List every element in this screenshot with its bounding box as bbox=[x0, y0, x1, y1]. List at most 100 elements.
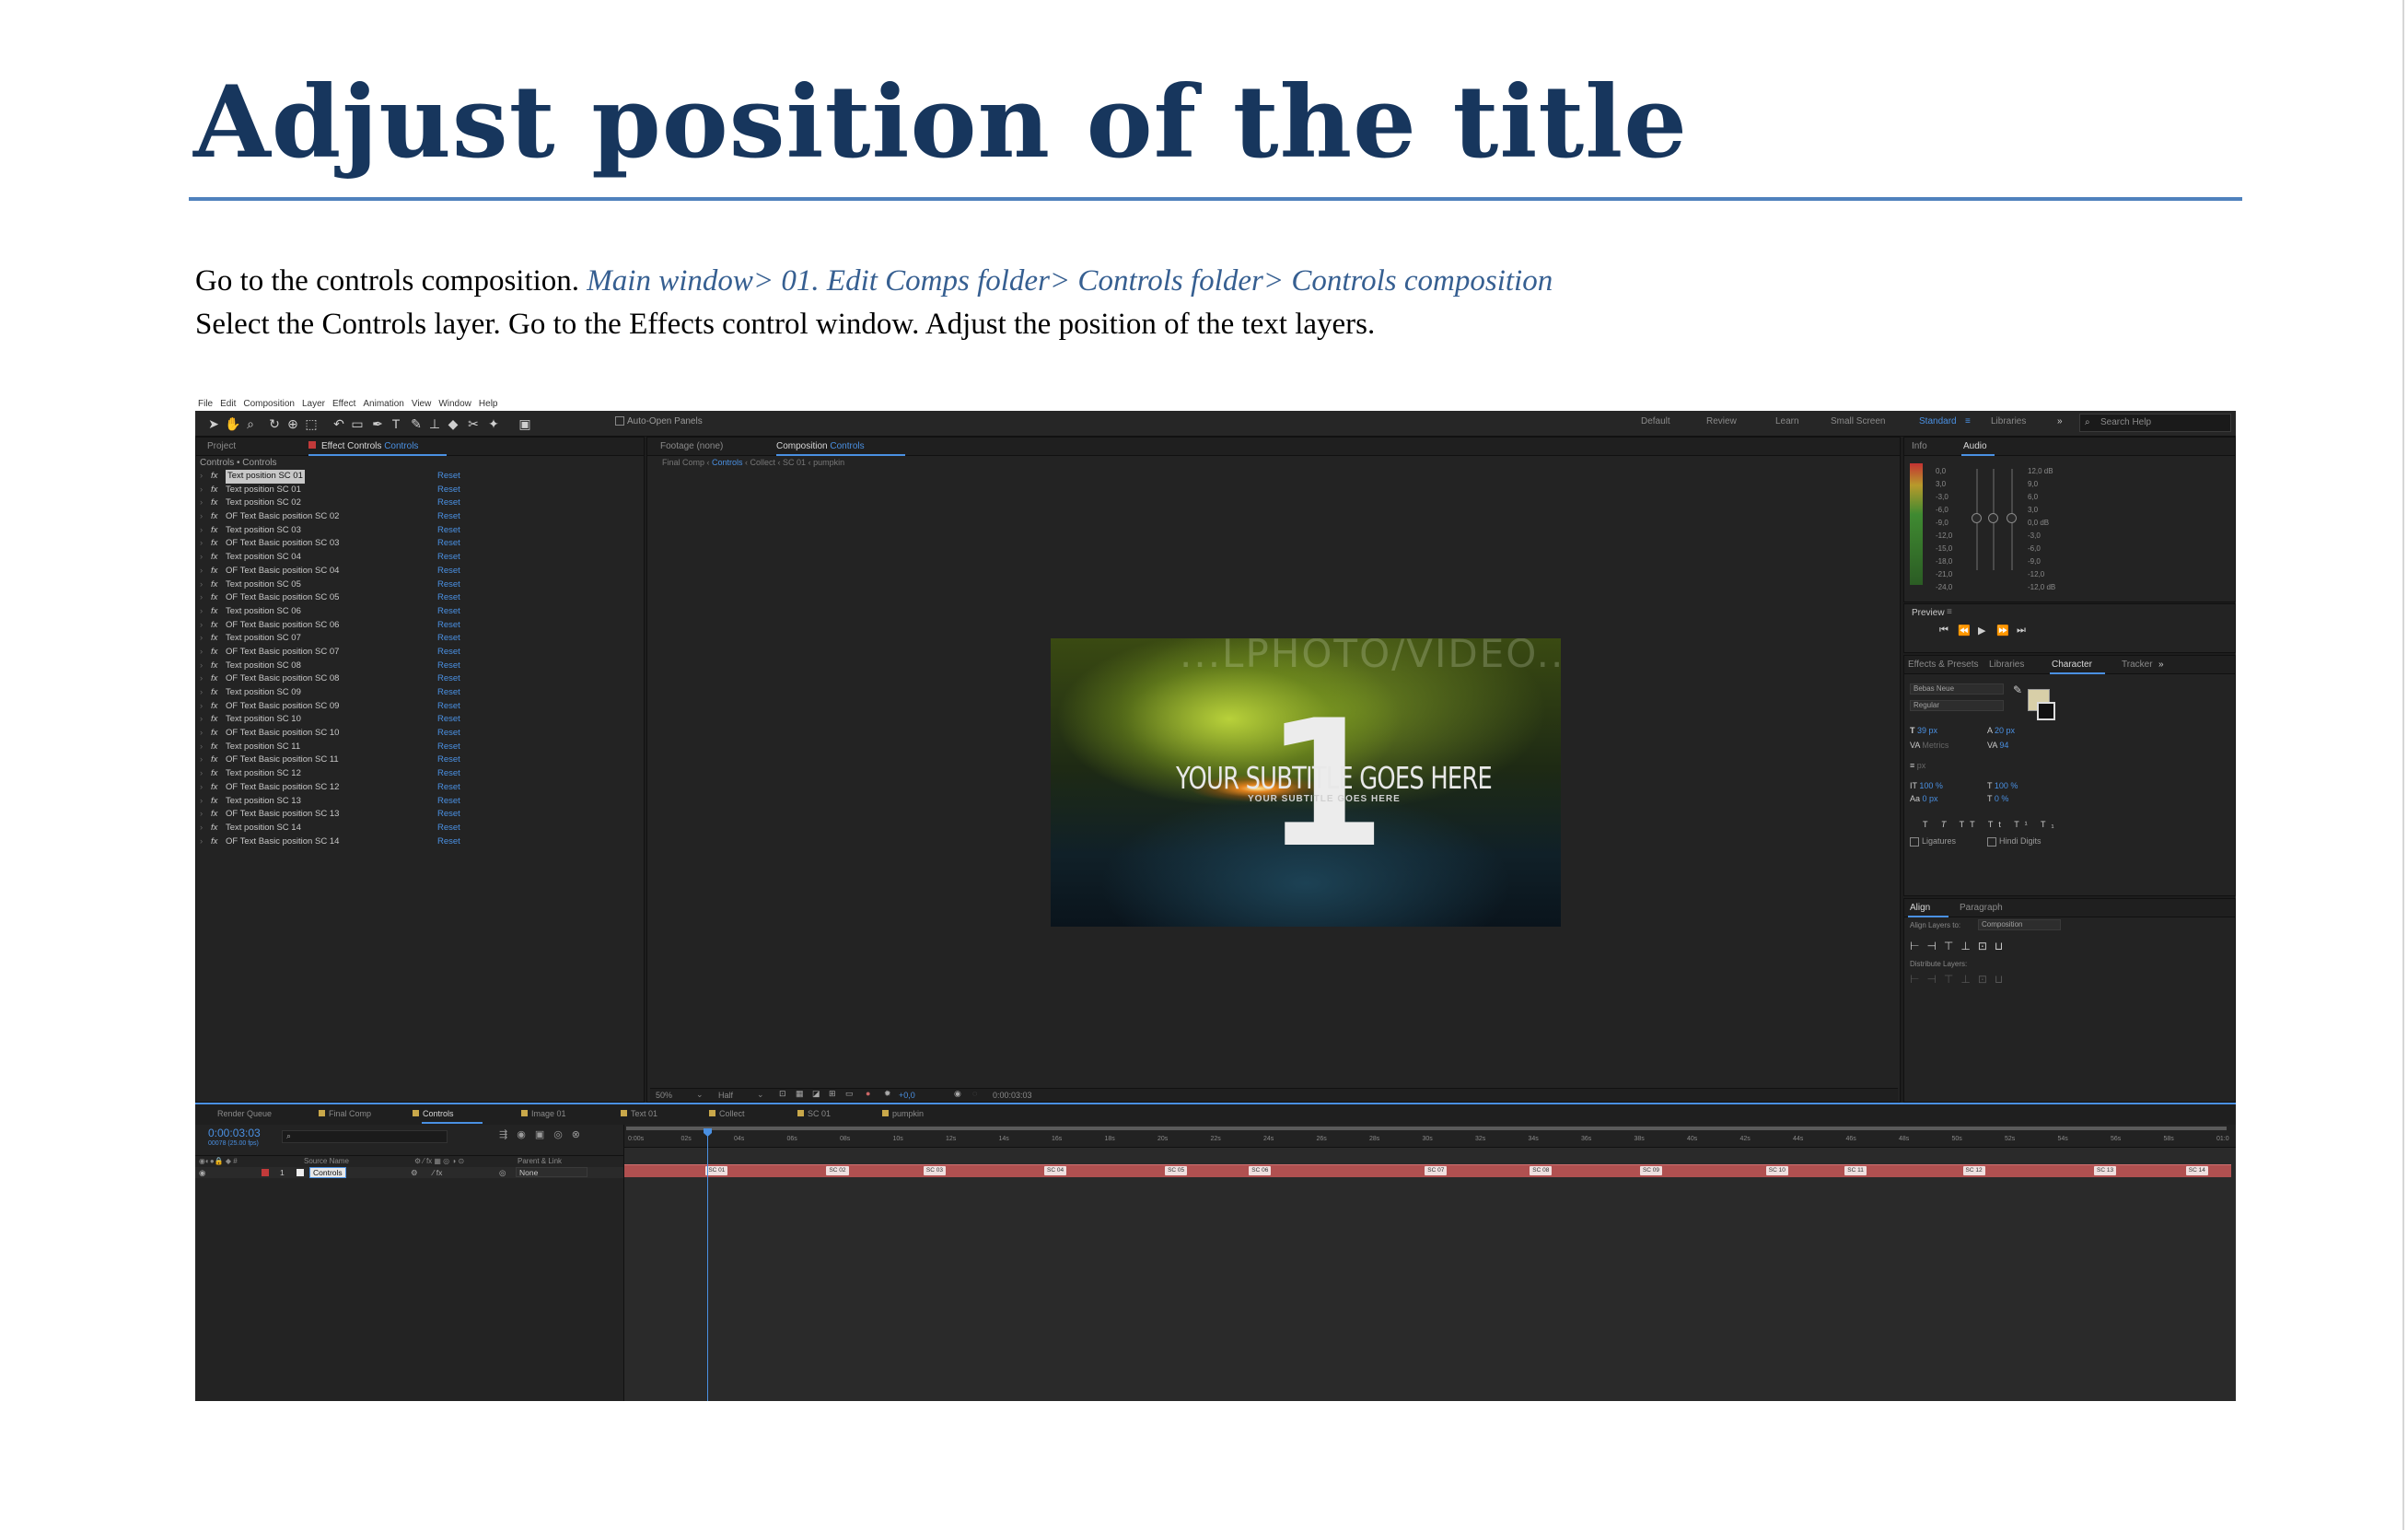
align-to-select[interactable]: Composition bbox=[1978, 919, 2061, 930]
menu-layer[interactable]: Layer bbox=[302, 399, 325, 409]
workspace-small-screen[interactable]: Small Screen bbox=[1831, 416, 1885, 426]
tab-collect[interactable]: Collect bbox=[709, 1109, 745, 1118]
layer-marker[interactable]: SC 12 bbox=[1962, 1166, 1985, 1175]
menu-edit[interactable]: Edit bbox=[220, 399, 236, 409]
eraser-tool-icon[interactable]: ◆ bbox=[446, 416, 460, 431]
align-buttons[interactable]: ⊢⊣⊤⊥⊡⊔ bbox=[1910, 940, 2010, 952]
resolution-select[interactable]: Half bbox=[718, 1091, 733, 1100]
visibility-icon[interactable]: ◉ bbox=[199, 1168, 205, 1178]
eyedropper-icon[interactable]: ✎ bbox=[2013, 683, 2022, 696]
font-size-row[interactable]: T 39 px bbox=[1910, 726, 1937, 735]
prev-frame-icon[interactable]: ⏪ bbox=[1958, 625, 1971, 637]
reset-link[interactable]: Reset bbox=[437, 484, 460, 497]
effect-row[interactable]: › fx Text position SC 10 Reset bbox=[198, 713, 631, 727]
twirl-icon[interactable]: › bbox=[200, 700, 203, 714]
layer-marker[interactable]: SC 02 bbox=[826, 1166, 849, 1175]
reset-link[interactable]: Reset bbox=[437, 713, 460, 727]
reset-link[interactable]: Reset bbox=[437, 632, 460, 646]
reset-link[interactable]: Reset bbox=[437, 660, 460, 673]
layer-marker[interactable]: SC 03 bbox=[923, 1166, 946, 1175]
twirl-icon[interactable]: › bbox=[200, 646, 203, 660]
next-frame-icon[interactable]: ⏩ bbox=[1996, 625, 2009, 637]
fx-icon[interactable]: fx bbox=[211, 578, 217, 592]
effect-row[interactable]: › fx OF Text Basic position SC 03 Reset bbox=[198, 537, 631, 551]
more-workspaces-icon[interactable]: » bbox=[2057, 416, 2063, 426]
twirl-icon[interactable]: › bbox=[200, 632, 203, 646]
rect-tool-icon[interactable]: ▭ bbox=[350, 416, 365, 431]
tab-effect-controls[interactable]: Effect Controls Controls bbox=[308, 441, 418, 451]
reset-link[interactable]: Reset bbox=[437, 551, 460, 565]
tab-libraries[interactable]: Libraries bbox=[1989, 660, 2024, 670]
ligatures-checkbox[interactable]: Ligatures bbox=[1910, 836, 1956, 847]
reset-link[interactable]: Reset bbox=[437, 822, 460, 835]
roto-tool-icon[interactable]: ✂ bbox=[466, 416, 481, 431]
twirl-icon[interactable]: › bbox=[200, 741, 203, 754]
fx-icon[interactable]: fx bbox=[211, 781, 217, 795]
leading-value[interactable]: 20 px bbox=[1995, 726, 2015, 735]
stroke-width-unit[interactable]: px bbox=[1917, 761, 1926, 770]
reset-link[interactable]: Reset bbox=[437, 496, 460, 510]
tab-project[interactable]: Project bbox=[207, 441, 236, 451]
twirl-icon[interactable]: › bbox=[200, 496, 203, 510]
effect-row[interactable]: › fx Text position SC 01 Reset bbox=[198, 470, 631, 484]
transparency-grid-icon[interactable]: ▦ bbox=[796, 1089, 804, 1099]
tab-controls[interactable]: Controls bbox=[413, 1109, 454, 1118]
color-channel-icon[interactable]: ● bbox=[866, 1089, 870, 1098]
controls-layer-bar[interactable]: SC 01 SC 02 SC 03 SC 04 SC 05 SC 06 SC 07 SC 08… bbox=[624, 1164, 2231, 1177]
workspace-review[interactable]: Review bbox=[1706, 416, 1737, 426]
reset-link[interactable]: Reset bbox=[437, 605, 460, 619]
crumb-collect[interactable]: Collect bbox=[750, 458, 776, 467]
twirl-icon[interactable]: › bbox=[200, 753, 203, 767]
layer-marker[interactable]: SC 08 bbox=[1530, 1166, 1553, 1175]
workspace-learn[interactable]: Learn bbox=[1775, 416, 1799, 426]
work-area-bar[interactable] bbox=[626, 1127, 2227, 1130]
reset-link[interactable]: Reset bbox=[437, 767, 460, 781]
reset-link[interactable]: Reset bbox=[437, 524, 460, 538]
crumb-final-comp[interactable]: Final Comp bbox=[662, 458, 704, 467]
fx-icon[interactable]: fx bbox=[211, 767, 217, 781]
reset-link[interactable]: Reset bbox=[437, 727, 460, 741]
reset-link[interactable]: Reset bbox=[437, 619, 460, 633]
tab-composition[interactable]: Composition Controls bbox=[776, 441, 865, 451]
twirl-icon[interactable]: › bbox=[200, 578, 203, 592]
fx-icon[interactable]: fx bbox=[211, 686, 217, 700]
twirl-icon[interactable]: › bbox=[200, 713, 203, 727]
shy-icon[interactable]: ⚙ bbox=[411, 1168, 418, 1178]
reset-link[interactable]: Reset bbox=[437, 470, 460, 484]
layer-name[interactable]: Controls bbox=[309, 1167, 346, 1178]
region-of-interest-icon[interactable]: ⊡ bbox=[779, 1089, 786, 1099]
tab-text-01[interactable]: Text 01 bbox=[621, 1109, 657, 1118]
fx-icon[interactable]: fx bbox=[211, 632, 217, 646]
undo-icon[interactable]: ↶ bbox=[332, 416, 346, 431]
layer-marker[interactable]: SC 05 bbox=[1165, 1166, 1188, 1175]
reset-link[interactable]: Reset bbox=[437, 753, 460, 767]
fx-icon[interactable]: fx bbox=[211, 591, 217, 605]
effect-row[interactable]: › fx Text position SC 11 Reset bbox=[198, 741, 631, 754]
twirl-icon[interactable]: › bbox=[200, 686, 203, 700]
effect-row[interactable]: › fx OF Text Basic position SC 04 Reset bbox=[198, 565, 631, 578]
twirl-icon[interactable]: › bbox=[200, 727, 203, 741]
first-frame-icon[interactable]: ⏮ bbox=[1939, 625, 1949, 637]
zoom-chevron-icon[interactable]: ⌄ bbox=[696, 1090, 704, 1100]
search-help-field[interactable]: ⌕ Search Help bbox=[2079, 414, 2231, 432]
zoom-select[interactable]: 50% bbox=[656, 1091, 672, 1100]
layer-marker[interactable]: SC 01 bbox=[705, 1166, 728, 1175]
effect-row[interactable]: › fx OF Text Basic position SC 08 Reset bbox=[198, 672, 631, 686]
tab-character[interactable]: Character bbox=[2052, 660, 2092, 670]
baseline-row[interactable]: Aa 0 px bbox=[1910, 794, 1938, 803]
effect-row[interactable]: › fx OF Text Basic position SC 09 Reset bbox=[198, 700, 631, 714]
layer-marker[interactable]: SC 11 bbox=[1844, 1166, 1867, 1175]
layer-marker[interactable]: SC 10 bbox=[1765, 1166, 1788, 1175]
reset-link[interactable]: Reset bbox=[437, 781, 460, 795]
font-size-value[interactable]: 39 px bbox=[1917, 726, 1937, 735]
layer-marker[interactable]: SC 13 bbox=[2094, 1166, 2117, 1175]
fx-icon[interactable]: fx bbox=[211, 822, 217, 835]
reset-link[interactable]: Reset bbox=[437, 795, 460, 809]
zoom-tool-icon[interactable]: ⌕ bbox=[243, 416, 258, 431]
twirl-icon[interactable]: › bbox=[200, 822, 203, 835]
show-snapshot-icon[interactable]: ◌ bbox=[972, 1089, 977, 1098]
tab-info[interactable]: Info bbox=[1912, 441, 1927, 451]
menu-animation[interactable]: Animation bbox=[363, 399, 403, 409]
timeline-timecode[interactable]: 0:00:03:03 bbox=[208, 1127, 261, 1139]
layer-marker[interactable]: SC 07 bbox=[1425, 1166, 1448, 1175]
